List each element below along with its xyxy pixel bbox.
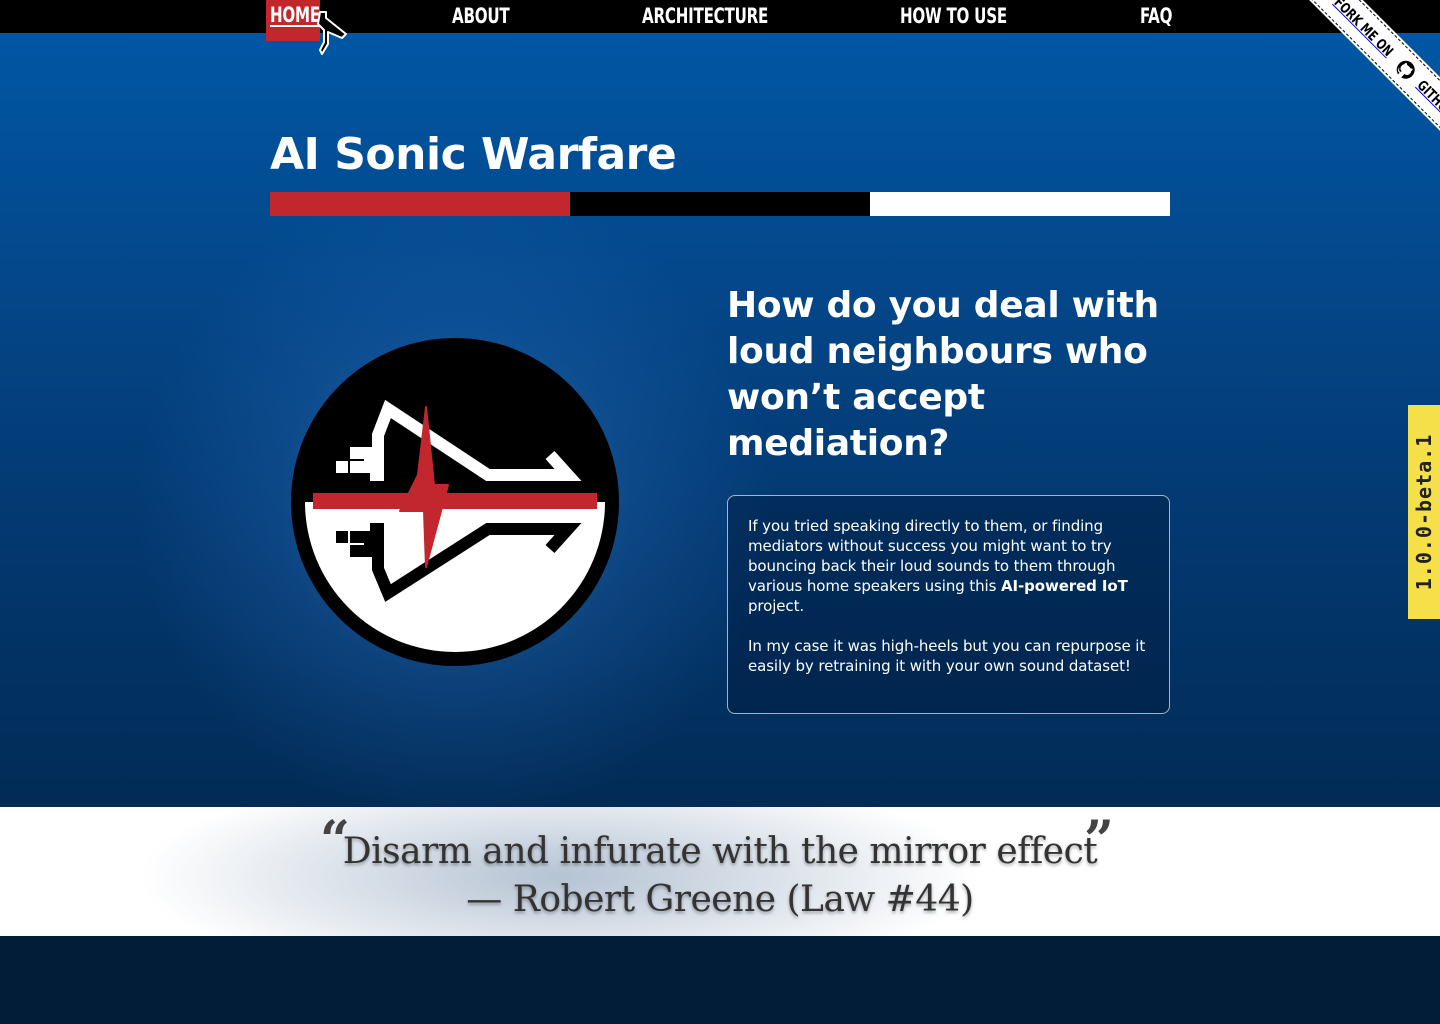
nav-home-link[interactable]: HOME <box>266 0 320 41</box>
next-section-background <box>0 936 1440 1024</box>
quote-section: “ ” Disarm and infurate with the mirror … <box>0 807 1440 936</box>
title-stripe-white <box>870 192 1170 216</box>
quote-text: Disarm and infurate with the mirror effe… <box>342 831 1098 872</box>
fork-ribbon-container: FORK ME ON GITHUB <box>1290 0 1440 150</box>
hero-section: AI Sonic Warfare How do you deal with lo… <box>0 33 1440 807</box>
title-stripe-red <box>270 192 570 216</box>
version-label: 1.0.0-beta.1 <box>1412 433 1436 591</box>
nav-how-to-use-link[interactable]: HOW TO USE <box>900 0 1007 33</box>
intro-paragraph-2: In my case it was high-heels but you can… <box>748 637 1146 675</box>
ribbon-text-after: GITHUB <box>1413 77 1440 122</box>
intro-text-bold: AI-powered IoT <box>1000 577 1128 595</box>
quote-attribution: — Robert Greene (Law #44) <box>466 879 974 920</box>
ribbon-text-before: FORK ME ON <box>1330 0 1396 60</box>
github-icon <box>1396 60 1415 79</box>
intro-card: If you tried speaking directly to them, … <box>727 495 1170 714</box>
intro-paragraph-1: If you tried speaking directly to them, … <box>748 516 1149 616</box>
fork-me-on-github-ribbon[interactable]: FORK ME ON GITHUB <box>1299 0 1440 150</box>
version-badge[interactable]: 1.0.0-beta.1 <box>1408 405 1440 619</box>
hero-question-heading: How do you deal with loud neighbours who… <box>727 285 1159 464</box>
nav-home-label: HOME <box>270 3 320 27</box>
page-title: AI Sonic Warfare <box>270 129 677 180</box>
title-stripe-black <box>570 192 870 216</box>
nav-architecture-link[interactable]: ARCHITECTURE <box>642 0 768 33</box>
top-navbar: HOME ABOUT ARCHITECTURE HOW TO USE FAQ <box>0 0 1440 55</box>
nav-faq-link[interactable]: FAQ <box>1140 0 1172 33</box>
sonic-warfare-emblem-logo <box>291 338 619 666</box>
sonic-plane-logo-icon <box>317 11 347 55</box>
intro-text-post: project. <box>748 597 805 615</box>
nav-about-link[interactable]: ABOUT <box>452 0 510 33</box>
